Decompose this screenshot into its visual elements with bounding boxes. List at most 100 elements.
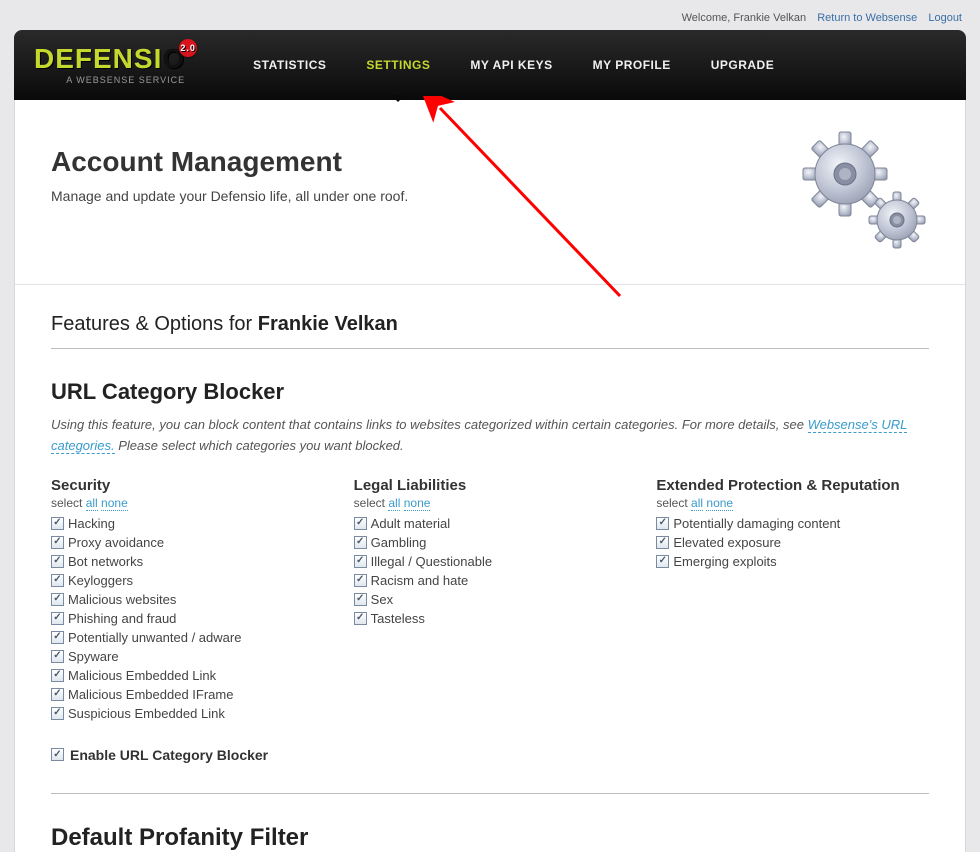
select-helpers: select all none [656,496,929,510]
app-header: DEFENSIO 2.0 A WEBSENSE SERVICE STATISTI… [14,30,966,100]
category-label: Illegal / Questionable [371,554,492,569]
gears-icon [799,130,929,263]
profanity-filter-title: Default Profanity Filter [51,824,929,852]
category-column-title: Security [51,477,324,494]
category-label: Adult material [371,516,450,531]
category-checkbox[interactable]: ✓ [354,517,367,530]
category-label: Malicious Embedded Link [68,668,216,683]
category-checkbox[interactable]: ✓ [656,517,669,530]
category-label: Bot networks [68,554,143,569]
link-return-websense[interactable]: Return to Websense [817,12,917,24]
category-label: Malicious Embedded IFrame [68,687,233,702]
page-title: Account Management [51,146,929,178]
logo-tagline: A WEBSENSE SERVICE [34,75,185,85]
category-item: ✓ Gambling [354,535,627,550]
category-item: ✓ Proxy avoidance [51,535,324,550]
select-all-link[interactable]: all [691,496,703,511]
category-label: Suspicious Embedded Link [68,706,225,721]
category-item: ✓ Malicious Embedded IFrame [51,687,324,702]
nav-my-api-keys[interactable]: MY API KEYS [470,34,552,96]
page-subtitle: Manage and update your Defensio life, al… [51,188,929,204]
category-label: Keyloggers [68,573,133,588]
category-checkbox[interactable]: ✓ [51,574,64,587]
select-none-link[interactable]: none [101,496,128,511]
category-label: Proxy avoidance [68,535,164,550]
url-blocker-desc-2: Please select which categories you want … [115,438,404,453]
category-columns: Security select all none ✓ Hacking ✓ Proxy av… [51,477,929,725]
enable-url-blocker-row: ✓ Enable URL Category Blocker [51,747,929,763]
category-checkbox[interactable]: ✓ [656,555,669,568]
category-label: Sex [371,592,393,607]
category-column-title: Extended Protection & Reputation [656,477,929,494]
settings-panel: Features & Options for Frankie Velkan UR… [15,284,965,852]
category-item: ✓Spyware [51,649,324,664]
features-heading-name: Frankie Velkan [258,313,398,335]
category-checkbox[interactable]: ✓ [51,517,64,530]
category-checkbox[interactable]: ✓ [354,593,367,606]
select-helpers: select all none [51,496,324,510]
nav-my-profile[interactable]: MY PROFILE [593,34,671,96]
category-column: Extended Protection & Reputation select a… [656,477,929,725]
nav-settings[interactable]: SETTINGS [366,34,430,96]
category-checkbox[interactable]: ✓ [51,669,64,682]
logo[interactable]: DEFENSIO 2.0 A WEBSENSE SERVICE [34,45,185,85]
category-item: ✓ Adult material [354,516,627,531]
features-heading-prefix: Features & Options for [51,313,258,335]
category-label: Hacking [68,516,115,531]
category-checkbox[interactable]: ✓ [51,631,64,644]
welcome-text: Welcome, Frankie Velkan [682,12,807,24]
nav-upgrade[interactable]: UPGRADE [711,34,775,96]
category-column: Security select all none ✓ Hacking ✓ Proxy av… [51,477,324,725]
select-label: select [656,496,691,510]
features-heading: Features & Options for Frankie Velkan [51,313,929,349]
version-badge: 2.0 [179,39,197,57]
select-none-link[interactable]: none [706,496,733,511]
select-none-link[interactable]: none [404,496,431,511]
select-label: select [51,496,86,510]
category-item: ✓ Bot networks [51,554,324,569]
link-logout[interactable]: Logout [928,12,962,24]
category-item: ✓ Potentially damaging content [656,516,929,531]
enable-url-blocker-label: Enable URL Category Blocker [70,747,268,763]
intro-section: Account Management Manage and update you… [15,100,965,284]
nav-statistics[interactable]: STATISTICS [253,34,326,96]
category-checkbox[interactable]: ✓ [354,555,367,568]
category-item: ✓ Keyloggers [51,573,324,588]
category-item: ✓ Malicious websites [51,592,324,607]
category-label: Tasteless [371,611,425,626]
category-item: ✓ Tasteless [354,611,627,626]
category-item: ✓Phishing and fraud [51,611,324,626]
category-checkbox[interactable]: ✓ [51,536,64,549]
category-checkbox[interactable]: ✓ [51,707,64,720]
category-item: ✓ Suspicious Embedded Link [51,706,324,721]
category-item: ✓ Potentially unwanted / adware [51,630,324,645]
category-item: ✓Emerging exploits [656,554,929,569]
select-all-link[interactable]: all [86,496,98,511]
category-label: Racism and hate [371,573,469,588]
enable-url-blocker-checkbox[interactable]: ✓ [51,748,64,761]
category-label: Potentially damaging content [673,516,840,531]
logo-text: DEFENSIO 2.0 [34,45,185,73]
select-all-link[interactable]: all [388,496,400,511]
category-label: Gambling [371,535,427,550]
category-item: ✓ Malicious Embedded Link [51,668,324,683]
category-label: Malicious websites [68,592,176,607]
category-column-title: Legal Liabilities [354,477,627,494]
category-checkbox[interactable]: ✓ [51,555,64,568]
category-label: Elevated exposure [673,535,781,550]
category-checkbox[interactable]: ✓ [656,536,669,549]
url-blocker-title: URL Category Blocker [51,379,929,405]
category-label: Potentially unwanted / adware [68,630,241,645]
category-item: ✓ Elevated exposure [656,535,929,550]
category-checkbox[interactable]: ✓ [354,574,367,587]
category-checkbox[interactable]: ✓ [354,536,367,549]
category-checkbox[interactable]: ✓ [51,593,64,606]
url-blocker-description: Using this feature, you can block conten… [51,415,929,457]
category-checkbox[interactable]: ✓ [51,688,64,701]
category-checkbox[interactable]: ✓ [51,650,64,663]
url-blocker-desc-1: Using this feature, you can block conten… [51,417,808,432]
category-checkbox[interactable]: ✓ [51,612,64,625]
main-nav: STATISTICS SETTINGS MY API KEYS MY PROFILE U… [253,34,774,96]
select-label: select [354,496,389,510]
category-checkbox[interactable]: ✓ [354,612,367,625]
